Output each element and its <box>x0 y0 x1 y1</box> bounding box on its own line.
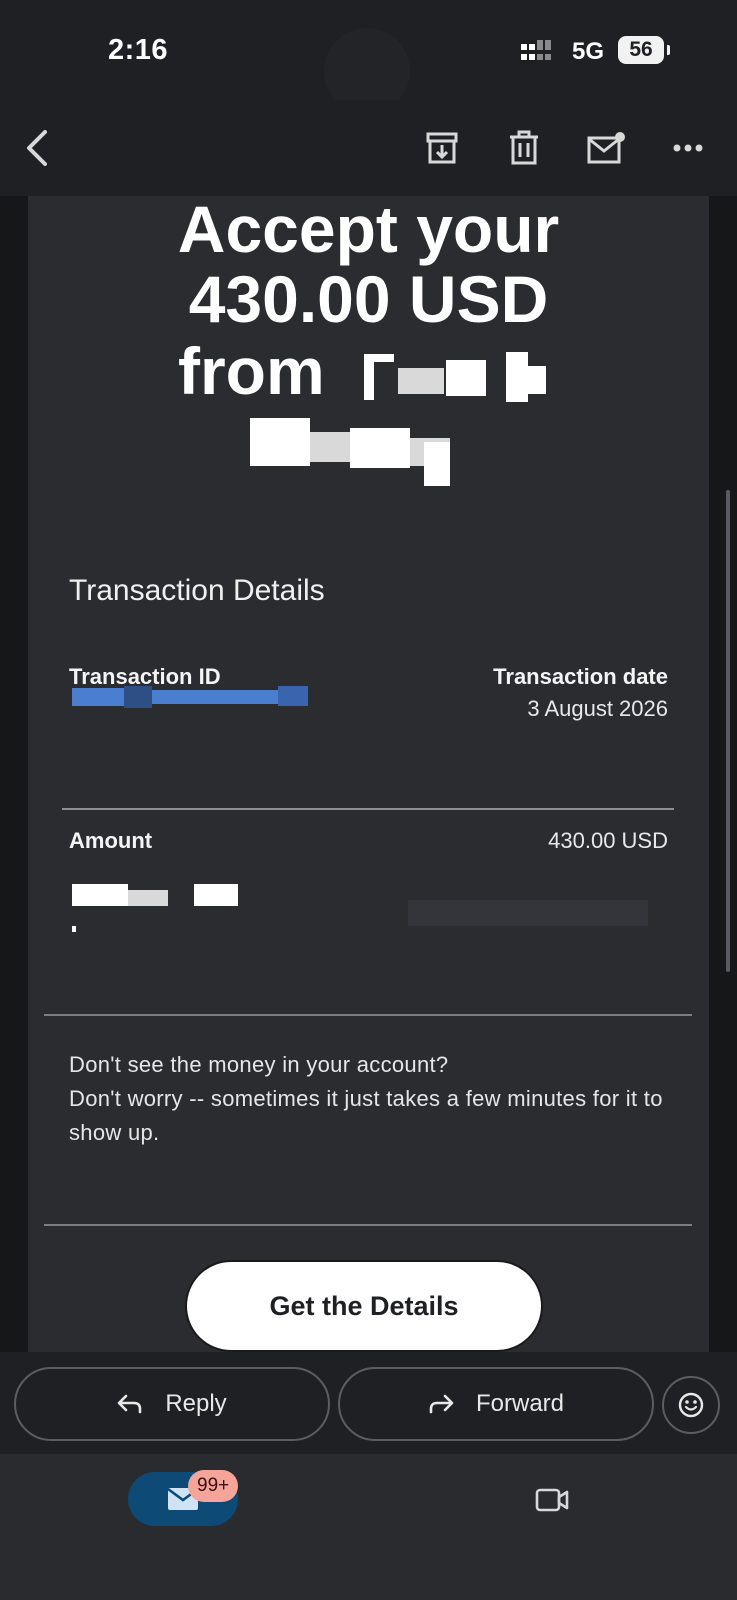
section-title: Transaction Details <box>69 574 325 607</box>
unread-badge: 99+ <box>188 1470 239 1502</box>
video-camera-icon <box>535 1488 569 1512</box>
mail-toolbar <box>0 100 737 196</box>
get-details-button[interactable]: Get the Details <box>185 1260 543 1352</box>
delete-button[interactable] <box>496 120 552 176</box>
note-line-1: Don't see the money in your account? <box>69 1052 449 1077</box>
archive-button[interactable] <box>414 120 470 176</box>
battery-indicator: 56 <box>618 36 670 64</box>
forward-icon <box>429 1394 454 1414</box>
delay-note: Don't see the money in your account? Don… <box>69 1048 689 1150</box>
status-bar: 2:16 5G 56 <box>0 0 737 114</box>
mark-unread-button[interactable] <box>578 120 634 176</box>
headline-line-2: 430.00 USD <box>188 262 549 336</box>
forward-label: Forward <box>475 1390 565 1417</box>
email-margin-left <box>0 196 28 1352</box>
transaction-id-label: Transaction ID <box>69 664 221 684</box>
note-line-2: Don't worry -- sometimes it just takes a… <box>69 1086 663 1145</box>
divider <box>62 808 674 810</box>
tab-meet[interactable] <box>532 1480 572 1520</box>
network-type: 5G <box>572 38 605 65</box>
back-button[interactable] <box>10 120 66 176</box>
headline-line-3: from <box>178 334 325 408</box>
archive-icon <box>426 132 458 164</box>
signal-icon <box>521 40 551 60</box>
status-time: 2:16 <box>108 34 169 66</box>
mail-unread-icon <box>587 132 625 164</box>
amount-value: 430.00 USD <box>548 828 668 853</box>
reply-label: Reply <box>165 1390 227 1417</box>
chevron-left-icon <box>27 130 47 166</box>
transaction-date-value: 3 August 2026 <box>527 696 668 721</box>
email-margin-right <box>709 196 737 1352</box>
smiley-icon <box>678 1392 704 1418</box>
reply-icon <box>118 1394 142 1414</box>
transaction-date-label: Transaction date <box>493 664 668 689</box>
headline-line-1: Accept your <box>177 196 560 266</box>
more-horizontal-icon <box>673 144 703 152</box>
bottom-navigation: 99+ <box>0 1454 737 1600</box>
more-options-button[interactable] <box>660 120 716 176</box>
amount-label: Amount <box>69 828 153 853</box>
email-body: Accept your 430.00 USD from Transaction … <box>28 196 709 1352</box>
scrollbar[interactable] <box>726 490 730 972</box>
forward-button[interactable]: Forward <box>338 1367 654 1441</box>
divider <box>44 1014 692 1016</box>
emoji-reaction-button[interactable] <box>662 1376 720 1434</box>
reply-bar: Reply Forward <box>0 1352 737 1454</box>
divider <box>44 1224 692 1226</box>
trash-icon <box>510 130 538 165</box>
reply-button[interactable]: Reply <box>14 1367 330 1441</box>
